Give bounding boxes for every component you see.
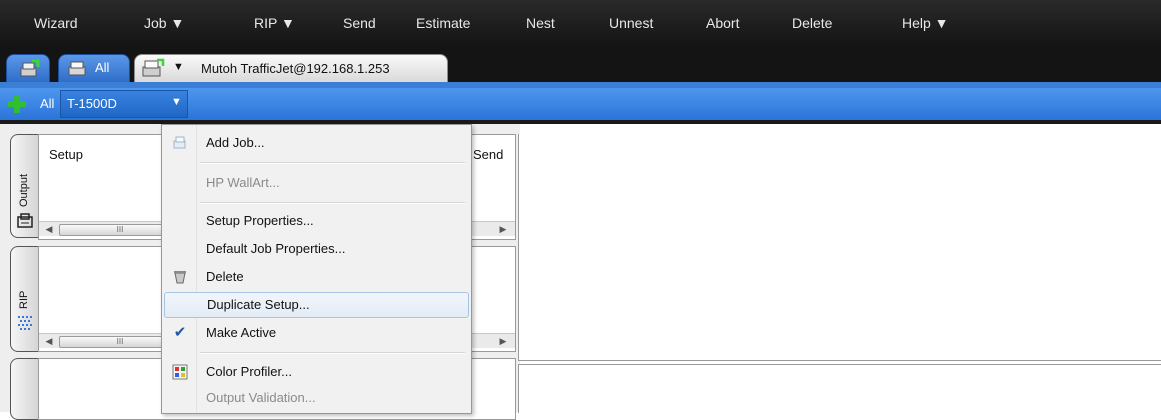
- menu-item-label: Setup Properties...: [206, 213, 314, 228]
- menu-separator: [200, 202, 465, 204]
- add-job-icon: [173, 136, 186, 149]
- menu-item-delete[interactable]: Delete: [164, 265, 469, 289]
- tab-third[interactable]: [10, 358, 40, 420]
- menu-item-hp-wallart[interactable]: HP WallArt...: [164, 171, 469, 195]
- menu-item-label: HP WallArt...: [206, 175, 280, 190]
- menu-delete[interactable]: Delete: [792, 0, 832, 46]
- menu-item-default-job-properties[interactable]: Default Job Properties...: [164, 237, 469, 261]
- menu-item-label: Duplicate Setup...: [207, 297, 310, 312]
- menu-item-add-job[interactable]: Add Job...: [164, 131, 469, 155]
- menu-abort[interactable]: Abort: [706, 0, 739, 46]
- menu-item-make-active[interactable]: ✔ Make Active: [164, 321, 469, 345]
- checkmark-icon: ✔: [173, 324, 187, 341]
- preview-pane-bottom: [518, 364, 1161, 413]
- tab-all-label: All: [95, 60, 110, 75]
- menu-item-label: Default Job Properties...: [206, 241, 346, 256]
- add-setup-icon[interactable]: [7, 94, 27, 114]
- rip-dots-icon: [18, 316, 32, 330]
- tab-mutoh-printer[interactable]: ▼ Mutoh TrafficJet@192.168.1.253: [134, 54, 448, 84]
- column-setup[interactable]: Setup: [49, 147, 83, 162]
- menu-item-label: Color Profiler...: [206, 364, 292, 379]
- printer-icon: [142, 58, 165, 77]
- menu-item-color-profiler[interactable]: Color Profiler...: [164, 360, 469, 384]
- printer-green-icon: [20, 59, 40, 77]
- printer-name-label: Mutoh TrafficJet@192.168.1.253: [201, 61, 390, 76]
- main-menubar: Wizard Job ▼ RIP ▼ Send Estimate Nest Un…: [0, 0, 1161, 46]
- column-send[interactable]: Send: [473, 147, 503, 162]
- menu-item-label: Delete: [206, 269, 244, 284]
- delete-icon: [174, 271, 186, 284]
- tab-output[interactable]: Output: [10, 134, 40, 238]
- preview-pane-top: [518, 134, 1161, 361]
- scroll-right-icon[interactable]: ▶: [495, 222, 511, 236]
- rip-tab-label: RIP: [18, 290, 30, 309]
- setup-all-label[interactable]: All: [40, 96, 54, 111]
- menu-send[interactable]: Send: [343, 0, 376, 46]
- menu-separator: [200, 162, 465, 164]
- menu-item-output-validation[interactable]: Output Validation...: [164, 386, 469, 410]
- menu-item-setup-properties[interactable]: Setup Properties...: [164, 209, 469, 233]
- setup-context-menu: Add Job... HP WallArt... Setup Propertie…: [161, 124, 472, 414]
- chevron-down-icon[interactable]: ▼: [173, 61, 184, 73]
- tab-all-printers[interactable]: All: [58, 54, 130, 84]
- scroll-left-icon[interactable]: ◀: [41, 222, 57, 236]
- setup-name-label: T-1500D: [67, 96, 117, 111]
- printer-home-tab[interactable]: [6, 54, 50, 84]
- menu-unnest[interactable]: Unnest: [609, 0, 653, 46]
- menu-item-duplicate-setup[interactable]: Duplicate Setup...: [164, 292, 469, 318]
- menu-job[interactable]: Job ▼: [144, 0, 184, 46]
- scroll-left-icon[interactable]: ◀: [41, 334, 57, 348]
- setup-selector[interactable]: T-1500D ▼: [60, 90, 188, 118]
- tab-rip[interactable]: RIP: [10, 246, 40, 352]
- menu-item-label: Make Active: [206, 325, 277, 340]
- menu-nest[interactable]: Nest: [526, 0, 555, 46]
- menu-separator: [200, 352, 465, 354]
- output-icon: [17, 213, 33, 228]
- menu-rip[interactable]: RIP ▼: [254, 0, 295, 46]
- printer-icon: [68, 61, 86, 76]
- scroll-right-icon[interactable]: ▶: [495, 334, 511, 348]
- setup-toolbar: All T-1500D ▼: [0, 88, 1161, 120]
- menu-item-label: Add Job...: [206, 135, 265, 150]
- color-profiler-icon: [172, 364, 188, 380]
- output-tab-label: Output: [18, 173, 30, 207]
- menu-item-label: Output Validation...: [206, 390, 316, 405]
- menu-wizard[interactable]: Wizard: [34, 0, 78, 46]
- chevron-down-icon: ▼: [171, 96, 182, 108]
- menu-help[interactable]: Help ▼: [902, 0, 949, 46]
- menu-estimate[interactable]: Estimate: [416, 0, 470, 46]
